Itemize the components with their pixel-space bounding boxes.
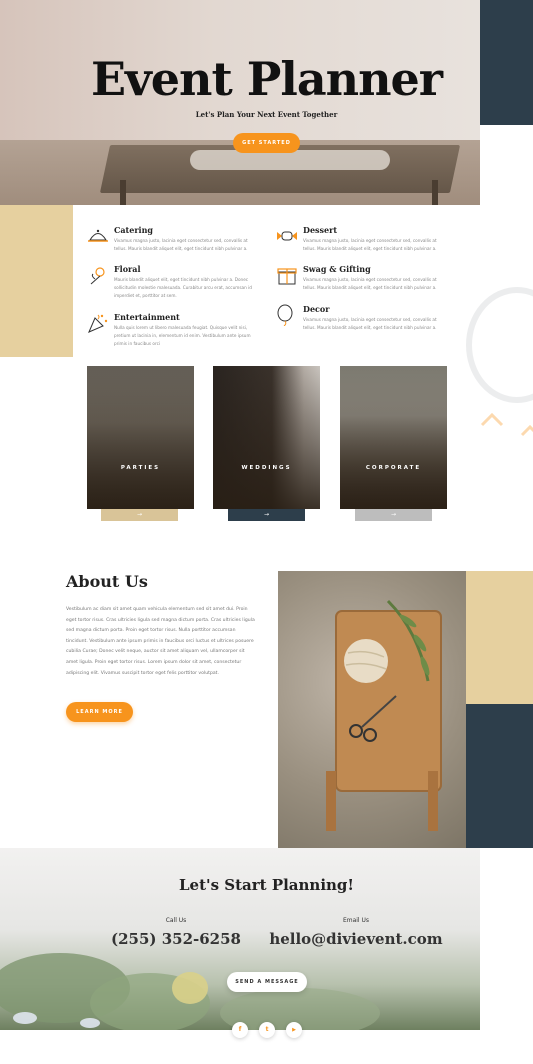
navy-accent-block: [466, 704, 533, 848]
contact-title: Let's Start Planning!: [179, 876, 354, 894]
card-weddings[interactable]: WEDDINGS: [213, 366, 320, 509]
card-arrow-button[interactable]: →: [355, 509, 432, 521]
card-overlay: [87, 366, 194, 509]
service-text: Mauris blandit aliquet elit, eget tincid…: [114, 277, 252, 298]
party-popper-icon: [88, 314, 108, 333]
service-text: Vivamus magna justo, lacinia eget consec…: [303, 238, 437, 251]
card-label: WEDDINGS: [241, 465, 292, 471]
card-overlay: [340, 366, 447, 509]
service-text: Vivamus magna justo, lacinia eget consec…: [303, 277, 437, 290]
hero-table-leg: [432, 180, 438, 205]
about-text: Vestibulum ac diam sit amet quam vehicul…: [66, 607, 255, 676]
youtube-icon[interactable]: ▶: [286, 1022, 302, 1038]
cloche-icon: [88, 229, 108, 242]
send-message-button[interactable]: SEND A MESSAGE: [227, 972, 307, 992]
service-title: Dessert: [303, 225, 338, 235]
page-title: Event Planner: [90, 52, 443, 106]
service-title: Catering: [114, 225, 153, 235]
service-text: Vivamus magna justo, lacinia eget consec…: [303, 317, 437, 330]
tan-accent-block: [0, 205, 73, 357]
card-overlay: [213, 366, 320, 509]
stool-twine-image: [326, 599, 442, 831]
call-label: Call Us: [165, 917, 187, 924]
card-arrow-button[interactable]: →: [228, 509, 305, 521]
card-label: CORPORATE: [365, 465, 422, 471]
card-arrow-button[interactable]: →: [101, 509, 178, 521]
about-title: About Us: [66, 572, 148, 591]
card-corporate[interactable]: CORPORATE: [340, 366, 447, 509]
service-title: Decor: [303, 304, 330, 314]
service-text: Nulla quis lorem ut libero malesuada feu…: [114, 325, 251, 346]
phone-number[interactable]: (255) 352-6258: [106, 930, 246, 948]
service-title: Floral: [114, 264, 141, 274]
flower-icon: [90, 267, 105, 285]
gift-icon: [277, 268, 297, 285]
service-title: Entertainment: [114, 312, 180, 322]
facebook-icon[interactable]: f: [232, 1022, 248, 1038]
balloon-icon: [277, 304, 293, 326]
tan-accent-block: [466, 571, 533, 704]
card-parties[interactable]: PARTIES: [87, 366, 194, 509]
get-started-button[interactable]: GET STARTED: [233, 133, 300, 153]
email-address[interactable]: hello@divievent.com: [266, 930, 446, 948]
twitter-icon[interactable]: t: [259, 1022, 275, 1038]
candy-icon: [277, 231, 297, 241]
service-text: Vivamus magna justo, lacinia eget consec…: [114, 238, 248, 251]
about-photo: [278, 571, 466, 848]
service-title: Swag & Gifting: [303, 264, 371, 274]
learn-more-button[interactable]: LEARN MORE: [66, 702, 133, 722]
hero-table-leg: [120, 180, 126, 205]
balloon-decor-icon: [466, 287, 533, 437]
hero-subtitle: Let's Plan Your Next Event Together: [195, 110, 338, 119]
card-label: PARTIES: [120, 465, 161, 471]
email-label: Email Us: [342, 917, 370, 924]
hero-table-setting: [190, 150, 390, 170]
